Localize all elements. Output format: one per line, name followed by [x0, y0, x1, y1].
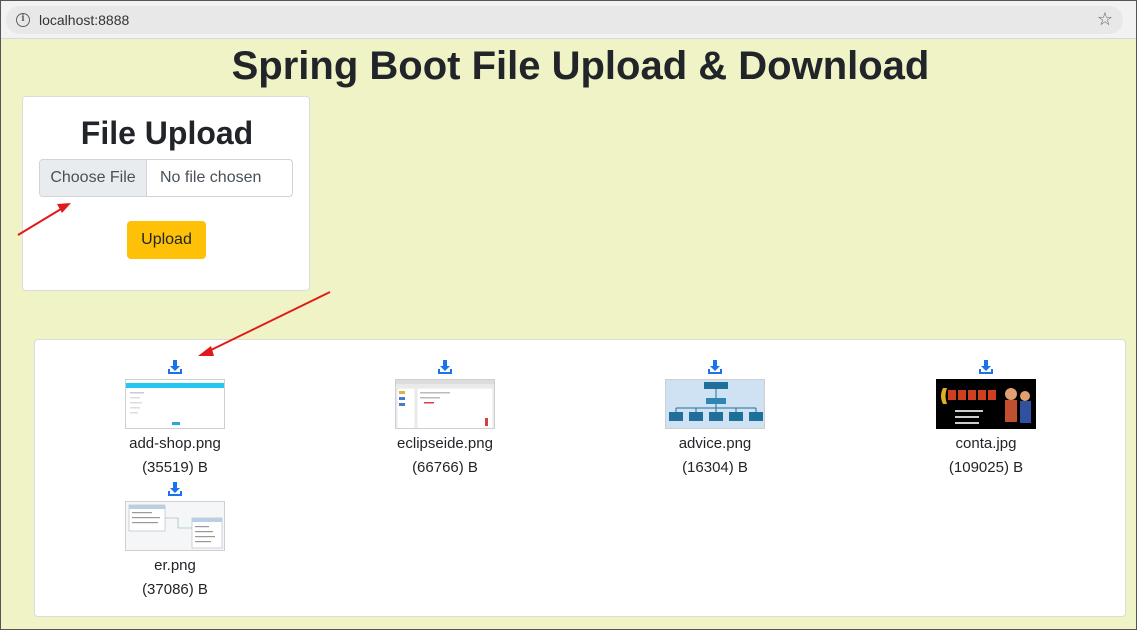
- annotation-arrow: [17, 203, 71, 236]
- annotation-arrows: [17, 203, 331, 356]
- annotation-arrow: [198, 291, 331, 356]
